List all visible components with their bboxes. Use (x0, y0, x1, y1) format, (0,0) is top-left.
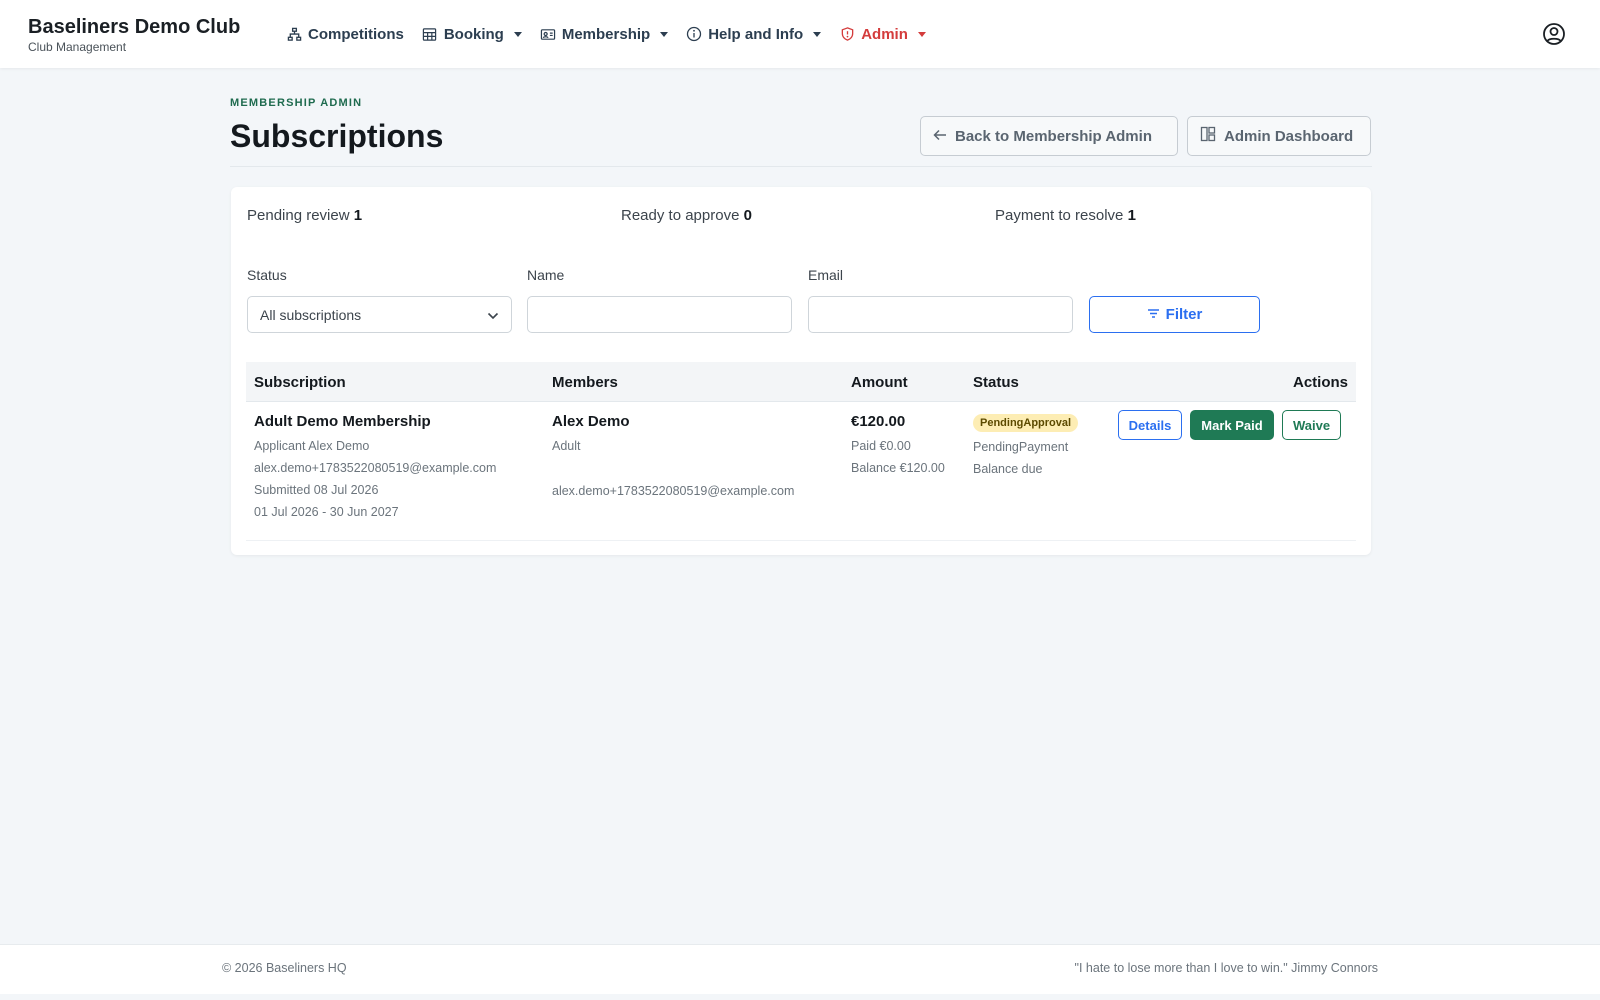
col-status: Status (973, 374, 1019, 391)
name-filter-label: Name (527, 267, 565, 283)
status-select-value: All subscriptions (260, 306, 362, 323)
filter-button[interactable]: Filter (1089, 296, 1260, 333)
nav-booking-label: Booking (443, 25, 504, 43)
stat-payment-count: 1 (1127, 207, 1136, 224)
nav-admin-label: Admin (861, 25, 908, 43)
subscription-cell: Adult Demo Membership Applicant Alex Dem… (254, 413, 496, 519)
stat-payment-to-resolve: Payment to resolve 1 (995, 207, 1136, 224)
nav-booking[interactable]: Booking (422, 22, 522, 46)
layout-grid-icon (1200, 126, 1216, 146)
subscription-plan: Adult Demo Membership (254, 413, 431, 430)
payment-status: PendingPayment (973, 440, 1069, 454)
members-cell: Alex Demo Adult alex.demo+1783522080519@… (552, 413, 794, 498)
shield-icon (839, 26, 855, 42)
subscriptions-card: Pending review 1 Ready to approve 0 Paym… (231, 187, 1371, 555)
amount-paid: Paid €0.00 (851, 439, 911, 453)
footer: © 2026 Baseliners HQ "I hate to lose mor… (0, 944, 1600, 994)
member-type: Adult (552, 439, 581, 453)
arrow-left-icon (933, 128, 947, 145)
diagram-icon (286, 26, 302, 42)
stat-ready-to-approve: Ready to approve 0 (621, 207, 752, 224)
stat-ready-count: 0 (743, 207, 752, 224)
filter-icon (1147, 306, 1160, 323)
email-input[interactable] (808, 296, 1073, 333)
header-divider (230, 166, 1372, 167)
top-navbar: Baseliners Demo Club Club Management Com… (0, 0, 1600, 68)
brand-subtitle: Club Management (28, 40, 127, 54)
admin-dashboard-button[interactable]: Admin Dashboard (1187, 116, 1371, 156)
main-nav: Competitions Booking Membership Help and… (286, 22, 944, 46)
email-filter-label: Email (808, 267, 844, 283)
nav-membership[interactable]: Membership (540, 22, 669, 46)
status-select[interactable]: All subscriptions (247, 296, 512, 333)
mark-paid-button[interactable]: Mark Paid (1190, 410, 1274, 440)
filter-button-label: Filter (1165, 306, 1203, 323)
stat-ready-label: Ready to approve (621, 207, 740, 224)
subscription-period: 01 Jul 2026 - 30 Jun 2027 (254, 505, 399, 519)
table-header: Subscription Members Amount Status Actio… (246, 362, 1356, 402)
waive-button[interactable]: Waive (1282, 410, 1341, 440)
col-members: Members (552, 374, 618, 391)
amount-cell: €120.00 Paid €0.00 Balance €120.00 (851, 413, 945, 475)
name-input[interactable] (527, 296, 792, 333)
status-badge: PendingApproval (973, 414, 1079, 432)
chevron-down-icon (513, 31, 522, 37)
subscription-applicant-email: alex.demo+1783522080519@example.com (254, 461, 497, 475)
nav-membership-label: Membership (561, 25, 651, 43)
details-button[interactable]: Details (1118, 410, 1182, 440)
nav-help-label: Help and Info (708, 25, 804, 43)
table-row: Adult Demo Membership Applicant Alex Dem… (246, 402, 1356, 541)
chevron-down-icon (487, 307, 499, 323)
info-circle-icon (686, 26, 702, 42)
chevron-down-icon (660, 31, 669, 37)
stat-pending-count: 1 (353, 207, 363, 224)
id-card-icon (540, 26, 556, 42)
back-to-membership-admin-button[interactable]: Back to Membership Admin (920, 116, 1178, 156)
status-filter-label: Status (247, 267, 287, 283)
brand-name[interactable]: Baseliners Demo Club (28, 16, 240, 38)
amount-total: €120.00 (851, 413, 906, 430)
balance-status: Balance due (973, 462, 1043, 476)
amount-balance: Balance €120.00 (851, 461, 945, 475)
col-subscription: Subscription (254, 374, 346, 391)
calendar-table-icon (422, 26, 438, 42)
dashboard-button-label: Admin Dashboard (1224, 127, 1354, 145)
nav-competitions[interactable]: Competitions (286, 22, 404, 46)
subscription-submitted: Submitted 08 Jul 2026 (254, 483, 379, 497)
footer-quote: "I hate to lose more than I love to win.… (1074, 961, 1378, 975)
brand[interactable]: Baseliners Demo Club Club Management (28, 16, 240, 54)
footer-copyright: © 2026 Baseliners HQ (222, 961, 347, 975)
col-actions: Actions (1292, 374, 1348, 391)
nav-admin[interactable]: Admin (839, 22, 926, 46)
member-name: Alex Demo (552, 413, 630, 430)
page-eyebrow: MEMBERSHIP ADMIN (230, 97, 363, 109)
col-amount: Amount (851, 374, 908, 391)
member-email: alex.demo+1783522080519@example.com (552, 484, 795, 498)
page-title: Subscriptions (230, 118, 444, 154)
chevron-down-icon (917, 31, 926, 37)
stat-payment-label: Payment to resolve (995, 207, 1124, 224)
stat-pending-review: Pending review 1 (247, 207, 362, 224)
stat-pending-label: Pending review (247, 207, 350, 224)
subscription-applicant: Applicant Alex Demo (254, 439, 370, 453)
status-cell: PendingApproval PendingPayment Balance d… (973, 413, 1079, 476)
user-account-icon[interactable] (1542, 22, 1566, 46)
nav-competitions-label: Competitions (308, 25, 404, 43)
chevron-down-icon (813, 31, 822, 37)
back-button-label: Back to Membership Admin (955, 127, 1152, 145)
nav-help[interactable]: Help and Info (686, 22, 822, 46)
